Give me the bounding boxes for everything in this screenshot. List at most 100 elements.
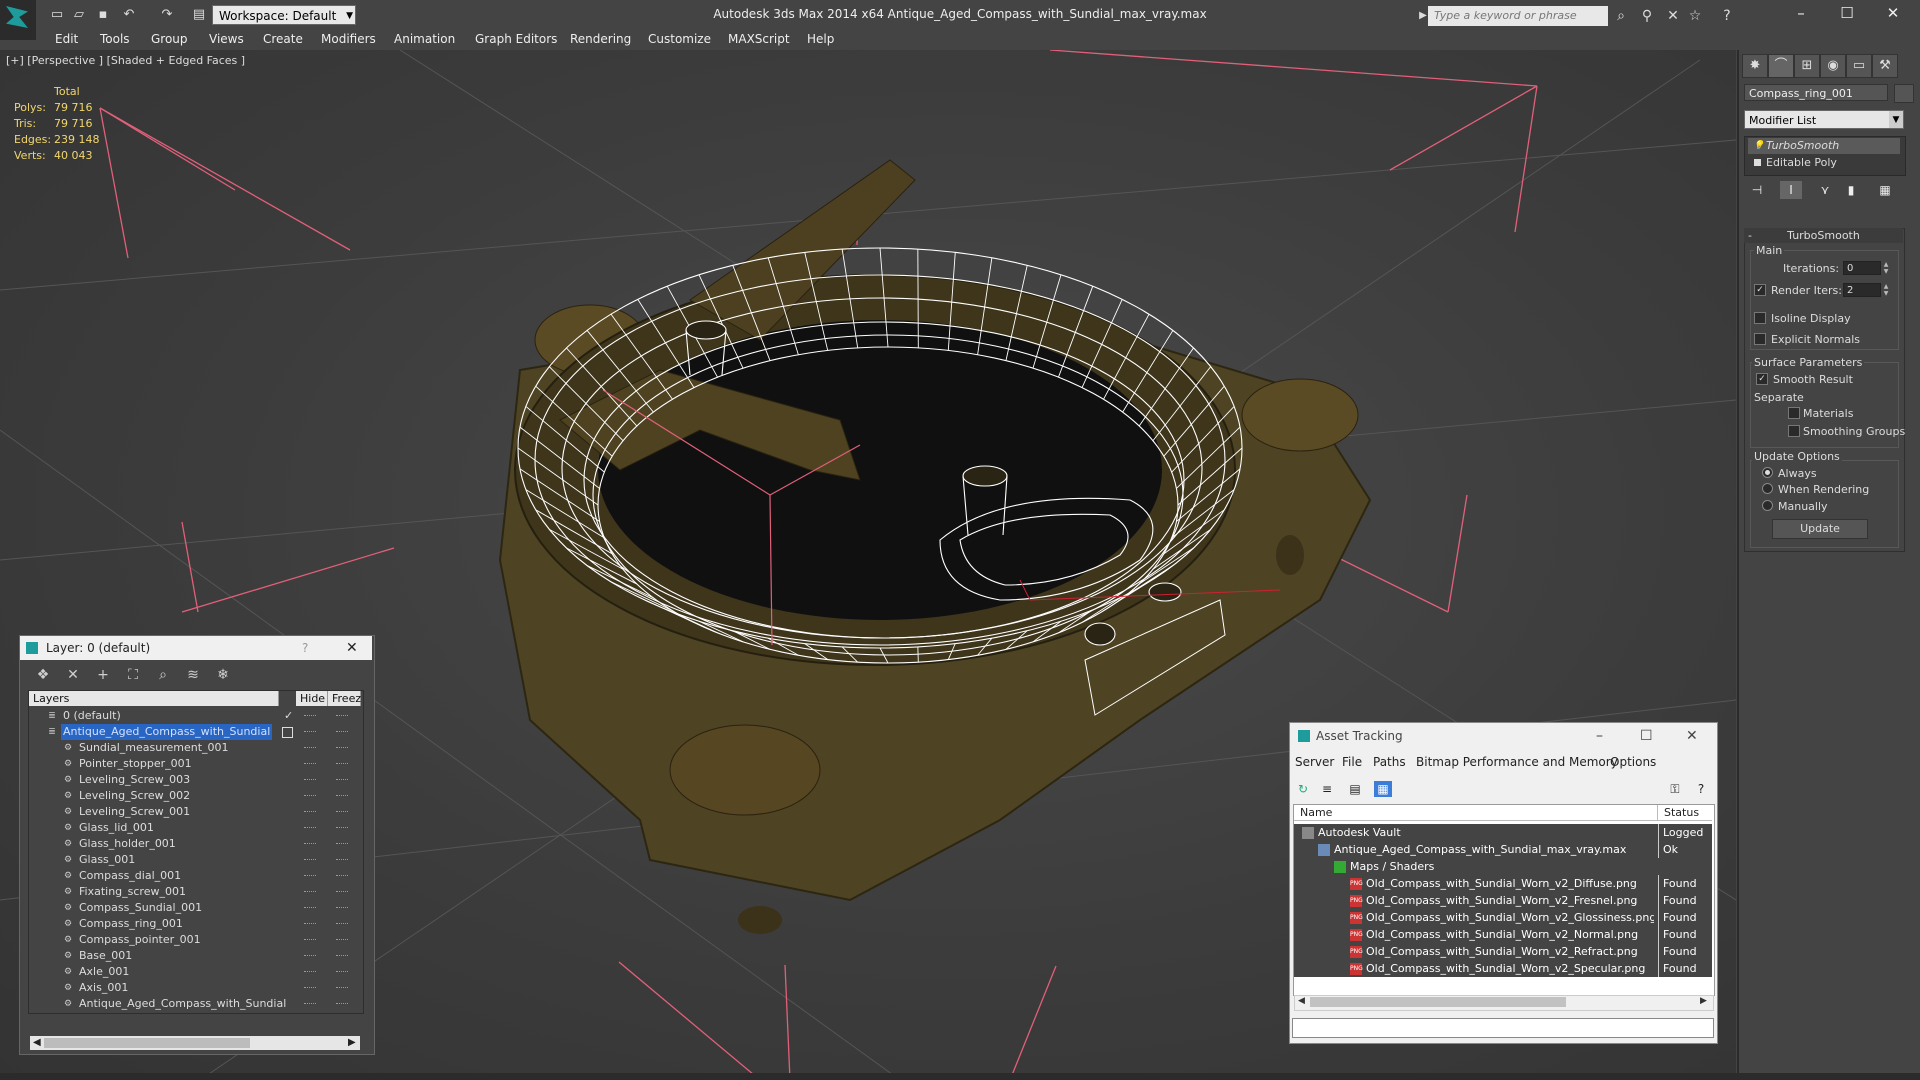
spinner-arrows-icon[interactable]: ▲ ▼ — [1882, 283, 1890, 297]
freeze-toggle[interactable] — [336, 939, 348, 942]
freeze-toggle[interactable] — [336, 923, 348, 926]
help-icon[interactable]: ? — [1718, 8, 1736, 24]
menu-animation[interactable]: Animation — [394, 32, 455, 46]
hide-toggle[interactable] — [304, 795, 316, 798]
iterations-spinner[interactable]: 0 — [1843, 261, 1881, 275]
freeze-toggle[interactable] — [336, 763, 348, 766]
layer-name[interactable]: Leveling_Screw_003 — [77, 772, 192, 788]
scroll-left-icon[interactable]: ◀ — [1298, 996, 1305, 1006]
scrollbar-thumb[interactable] — [44, 1038, 250, 1048]
menu-graph-editors[interactable]: Graph Editors — [475, 32, 557, 46]
spinner-arrows-icon[interactable]: ▲ ▼ — [1882, 261, 1890, 275]
scroll-right-icon[interactable]: ▶ — [1700, 996, 1707, 1006]
hide-toggle[interactable] — [304, 747, 316, 750]
layer-name[interactable]: 0 (default) — [61, 708, 123, 724]
asset-row[interactable]: PNG Old_Compass_with_Sundial_Worn_v2_Fres… — [1294, 892, 1712, 909]
hide-toggle[interactable] — [304, 987, 316, 990]
layer-name[interactable]: Pointer_stopper_001 — [77, 756, 194, 772]
modifier-list-dropdown[interactable]: Modifier List ▼ — [1744, 110, 1904, 129]
pin-stack-icon[interactable]: ⊣ — [1746, 181, 1768, 199]
display-tab-icon[interactable]: ▭ — [1846, 54, 1872, 78]
layer-name[interactable]: Leveling_Screw_001 — [77, 804, 192, 820]
layer-name[interactable]: Glass_001 — [77, 852, 137, 868]
layer-name[interactable]: Compass_Sundial_001 — [77, 900, 204, 916]
scroll-right-icon[interactable]: ▶ — [348, 1037, 356, 1048]
layer-row[interactable]: ⚙ Sundial_measurement_001 — [29, 740, 361, 756]
layer-dialog-titlebar[interactable]: Layer: 0 (default) ? ✕ — [20, 636, 372, 660]
binoculars-icon[interactable]: ⌕ — [1612, 8, 1630, 24]
layer-row[interactable]: ⚙ Antique_Aged_Compass_with_Sundial — [29, 996, 361, 1012]
minimize-button[interactable]: – — [1778, 0, 1824, 28]
layer-name[interactable]: Compass_dial_001 — [77, 868, 183, 884]
viewport-label[interactable]: [+] [Perspective ] [Shaded + Edged Faces… — [6, 54, 245, 67]
column-header-layers[interactable]: Layers — [29, 691, 279, 706]
hide-toggle[interactable] — [304, 939, 316, 942]
vault-connect-icon[interactable]: ⚿ — [1666, 781, 1684, 797]
column-header-freeze[interactable]: Freez — [328, 691, 361, 706]
layer-name[interactable]: Sundial_measurement_001 — [77, 740, 231, 756]
project-folder-icon[interactable]: ▤ — [190, 6, 208, 24]
subscription-icon[interactable]: ⚲ — [1638, 8, 1656, 24]
asset-menu-server[interactable]: Server — [1295, 755, 1334, 769]
layer-row[interactable]: ⚙ Leveling_Screw_003 — [29, 772, 361, 788]
layer-name[interactable]: Leveling_Screw_002 — [77, 788, 192, 804]
hierarchy-tab-icon[interactable]: ⊞ — [1794, 54, 1820, 78]
asset-row[interactable]: Autodesk Vault Logged O — [1294, 824, 1712, 841]
hide-toggle[interactable] — [304, 827, 316, 830]
menu-customize[interactable]: Customize — [648, 32, 711, 46]
menu-help[interactable]: Help — [807, 32, 834, 46]
layer-name[interactable]: Antique_Aged_Compass_with_Sundial — [61, 724, 273, 740]
freeze-toggle[interactable] — [336, 859, 348, 862]
layer-row[interactable]: ⚙ Compass_pointer_001 — [29, 932, 361, 948]
freeze-toggle[interactable] — [336, 987, 348, 990]
layer-row[interactable]: ⚙ Fixating_screw_001 — [29, 884, 361, 900]
always-radio[interactable] — [1762, 467, 1773, 478]
make-unique-icon[interactable]: ⋎ — [1814, 181, 1836, 199]
hide-toggle[interactable] — [304, 763, 316, 766]
help-icon[interactable]: ? — [1692, 781, 1710, 797]
update-button[interactable]: Update — [1772, 519, 1868, 539]
layer-row[interactable]: ⚙ Axle_001 — [29, 964, 361, 980]
hide-toggle[interactable] — [304, 971, 316, 974]
table-view-icon[interactable]: ▦ — [1374, 781, 1392, 797]
close-icon[interactable]: ✕ — [346, 636, 358, 660]
manually-radio[interactable] — [1762, 500, 1773, 511]
menu-create[interactable]: Create — [263, 32, 303, 46]
add-to-layer-icon[interactable]: + — [92, 666, 114, 684]
freeze-toggle[interactable] — [336, 1003, 348, 1006]
materials-checkbox[interactable] — [1788, 407, 1800, 419]
layer-name[interactable]: Compass_ring_001 — [77, 916, 185, 932]
explicit-normals-checkbox[interactable] — [1754, 333, 1766, 345]
layer-name[interactable]: Base_001 — [77, 948, 134, 964]
menu-group[interactable]: Group — [151, 32, 188, 46]
asset-row[interactable]: PNG Old_Compass_with_Sundial_Worn_v2_Norm… — [1294, 926, 1712, 943]
smooth-result-checkbox[interactable]: ✓ — [1756, 373, 1768, 385]
expand-box-icon[interactable] — [1754, 159, 1761, 166]
asset-row[interactable]: PNG Old_Compass_with_Sundial_Worn_v2_Refr… — [1294, 943, 1712, 960]
layer-row[interactable]: ⚙ Base_001 — [29, 948, 361, 964]
render-iters-checkbox[interactable]: ✓ — [1754, 284, 1766, 296]
freeze-toggle[interactable] — [336, 907, 348, 910]
asset-tracking-titlebar[interactable]: Asset Tracking – ☐ ✕ — [1290, 723, 1715, 749]
hide-toggle[interactable] — [304, 923, 316, 926]
layer-row[interactable]: ⚙ Glass_lid_001 — [29, 820, 361, 836]
column-header-name[interactable]: Name — [1294, 805, 1658, 821]
asset-menu-file[interactable]: File — [1342, 755, 1362, 769]
hide-toggle[interactable] — [304, 731, 316, 734]
favorites-star-icon[interactable]: ☆ — [1686, 8, 1704, 24]
freeze-toggle[interactable] — [336, 811, 348, 814]
lightbulb-icon[interactable]: 💡 — [1753, 138, 1764, 154]
render-iters-spinner[interactable]: 2 — [1843, 283, 1881, 297]
object-name-field[interactable]: Compass_ring_001 — [1744, 84, 1888, 101]
delete-layer-icon[interactable]: ✕ — [62, 666, 84, 684]
layer-row[interactable]: ⚙ Leveling_Screw_002 — [29, 788, 361, 804]
maximize-button[interactable]: ☐ — [1824, 0, 1870, 28]
redo-icon[interactable]: ↷ — [158, 6, 176, 24]
select-in-layer-icon[interactable]: ⛶ — [122, 666, 144, 684]
highlight-selected-icon[interactable]: ⌕ — [152, 666, 174, 684]
close-icon[interactable]: ✕ — [1686, 723, 1698, 749]
hide-toggle[interactable] — [304, 779, 316, 782]
hide-toggle[interactable] — [304, 891, 316, 894]
layer-row[interactable]: ⚙ Axis_001 — [29, 980, 361, 996]
freeze-toggle[interactable] — [336, 955, 348, 958]
